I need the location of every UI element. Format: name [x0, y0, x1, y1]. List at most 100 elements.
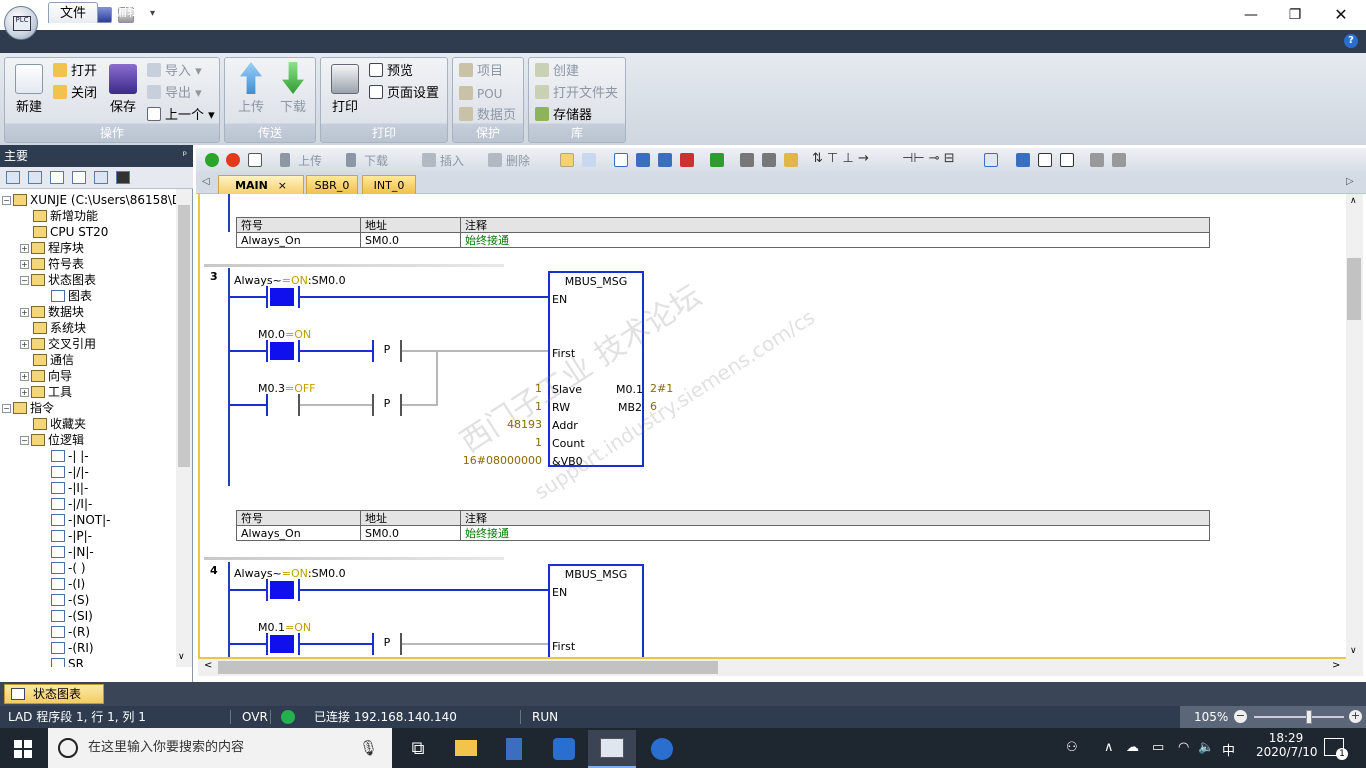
taskbar-search-box[interactable]: 在这里输入你要搜索的内容 🎙 — [48, 728, 392, 768]
toggle-icon-3[interactable] — [658, 153, 672, 167]
tree-item[interactable]: − 指令 — [2, 400, 176, 416]
chart-status-icon[interactable] — [582, 153, 596, 167]
help-icon[interactable]: ? — [1344, 34, 1358, 48]
tree-item[interactable]: CPU ST20 — [2, 224, 176, 240]
save-button[interactable]: 保存 — [105, 64, 141, 115]
table-icon[interactable] — [94, 171, 108, 184]
tree-item[interactable]: 新增功能 — [2, 208, 176, 224]
collapse-icon[interactable]: − — [2, 404, 11, 413]
remove-icon[interactable] — [680, 153, 694, 167]
tree-item[interactable]: + 符号表 — [2, 256, 176, 272]
app-menu-button[interactable]: PLC — [4, 6, 38, 40]
print-button[interactable]: 打印 — [325, 64, 365, 115]
battery-icon[interactable]: ▭ — [1152, 740, 1164, 755]
tab-main[interactable]: MAIN × — [218, 175, 304, 194]
task-view-icon[interactable]: ⧉ — [394, 730, 442, 768]
expand-icon[interactable]: + — [20, 372, 29, 381]
upload-toolbar-button[interactable]: 上传 — [298, 152, 322, 169]
ladder-branch-icons[interactable]: ⇅ ⊤ ⊥ → — [812, 151, 869, 166]
tab-scroll-left-icon[interactable]: ◁ — [202, 176, 210, 187]
stop-icon[interactable] — [226, 153, 240, 167]
tree-item[interactable]: 收藏夹 — [2, 416, 176, 432]
windows-start-icon[interactable] — [14, 740, 32, 758]
tab-help[interactable]: 帮助 — [366, 2, 412, 23]
tab-sbr0[interactable]: SBR_0 — [306, 175, 358, 194]
contact-m0-1[interactable] — [270, 635, 294, 653]
go-icon[interactable] — [710, 153, 724, 167]
page-setup-button[interactable]: 页面设置 — [369, 84, 439, 104]
minimize-button[interactable]: — — [1228, 0, 1274, 30]
zoom-slider[interactable] — [1254, 716, 1344, 718]
view-icon[interactable] — [6, 171, 20, 184]
protect-project-button[interactable]: 项目 — [459, 62, 503, 82]
tree-item[interactable]: 系统块 — [2, 320, 176, 336]
tree-item[interactable]: -|P|- — [2, 528, 176, 544]
tree-item[interactable]: + 向导 — [2, 368, 176, 384]
ladder-editor[interactable]: 符号 地址 注释 Always_On SM0.0 始终接通 3 Always~=ON:S… — [198, 194, 1346, 659]
tree-item[interactable]: -|NOT|- — [2, 512, 176, 528]
tab-edit[interactable]: 编辑 — [104, 2, 150, 23]
scroll-down-icon[interactable]: ∨ — [1350, 646, 1357, 656]
open-button[interactable]: 打开 — [53, 62, 97, 82]
delete-icon[interactable] — [488, 153, 502, 167]
microphone-icon[interactable]: 🎙 — [359, 728, 378, 768]
tree-item[interactable]: -(R) — [2, 624, 176, 640]
ime-indicator[interactable]: 中 — [1222, 740, 1235, 759]
tab-int0[interactable]: INT_0 — [362, 175, 416, 194]
toggle-icon-1[interactable] — [614, 153, 628, 167]
doc-icon[interactable] — [50, 171, 64, 184]
tree-item[interactable]: -(RI) — [2, 640, 176, 656]
expand-icon[interactable]: + — [20, 308, 29, 317]
scroll-up-icon[interactable]: ∧ — [1350, 196, 1357, 206]
tool1-icon[interactable] — [1090, 153, 1104, 167]
pin-icon[interactable]: ᵖ — [183, 145, 187, 167]
tree-item[interactable]: -| |- — [2, 448, 176, 464]
toggle-icon-2[interactable] — [636, 153, 650, 167]
status-chart-tab[interactable]: 状态图表 — [4, 684, 104, 704]
positive-transition[interactable]: P — [374, 340, 400, 360]
import-button[interactable]: 导入 ▾ — [147, 62, 202, 82]
compile-icon[interactable] — [248, 153, 262, 167]
people-icon[interactable]: ⚇ — [1066, 740, 1078, 755]
preview-button[interactable]: 预览 — [369, 62, 413, 82]
tab-scroll-right-icon[interactable]: ▷ — [1346, 176, 1354, 187]
tab-tools[interactable]: 工具 — [312, 2, 358, 23]
doc2-icon[interactable] — [72, 171, 86, 184]
memory-button[interactable]: 存储器 — [535, 106, 592, 126]
contact-coil-box-icons[interactable]: ⊣⊢ ⊸ ⊟ — [902, 151, 955, 166]
network-icon[interactable]: ◠ — [1178, 740, 1189, 755]
scroll-right-icon[interactable]: > — [1332, 660, 1340, 671]
clock[interactable]: 18:29 2020/7/10 — [1256, 731, 1318, 759]
upload-button[interactable]: 上传 — [231, 62, 271, 115]
close-file-button[interactable]: 关闭 — [53, 84, 97, 104]
tree-item[interactable]: + 交叉引用 — [2, 336, 176, 352]
tree-item[interactable]: − 状态图表 — [2, 272, 176, 288]
volume-icon[interactable]: 🔈 — [1198, 740, 1214, 755]
expand-icon[interactable]: + — [20, 260, 29, 269]
tree-item[interactable]: + 工具 — [2, 384, 176, 400]
zoom-slider-thumb[interactable] — [1306, 710, 1313, 724]
tree-item[interactable]: + 数据块 — [2, 304, 176, 320]
positive-transition[interactable]: P — [374, 633, 400, 653]
sogou-icon[interactable] — [638, 730, 686, 768]
quick-access-dropdown-icon[interactable]: ▾ — [150, 8, 155, 19]
tree-item[interactable]: 图表 — [2, 288, 176, 304]
contact-always-on[interactable] — [270, 288, 294, 306]
tab-close-icon[interactable]: × — [278, 179, 287, 192]
tree-item[interactable]: -|/I|- — [2, 496, 176, 512]
edit-icon[interactable] — [1038, 153, 1052, 167]
download-button[interactable]: 下载 — [273, 62, 313, 115]
lock1-icon[interactable] — [740, 153, 754, 167]
collapse-icon[interactable]: − — [20, 436, 29, 445]
tree-item[interactable]: -( ) — [2, 560, 176, 576]
program-status-icon[interactable] — [560, 153, 574, 167]
expand-icon[interactable]: + — [20, 340, 29, 349]
calculator-icon[interactable] — [490, 730, 538, 768]
new-button[interactable]: 新建 — [11, 64, 47, 115]
tree-item[interactable]: -|/|- — [2, 464, 176, 480]
restore-button[interactable]: ❐ — [1272, 0, 1318, 30]
tray-expand-icon[interactable]: ∧ — [1104, 740, 1114, 755]
insert-button[interactable]: 插入 — [440, 152, 464, 169]
contact-always-on[interactable] — [270, 581, 294, 599]
lock3-icon[interactable] — [784, 153, 798, 167]
